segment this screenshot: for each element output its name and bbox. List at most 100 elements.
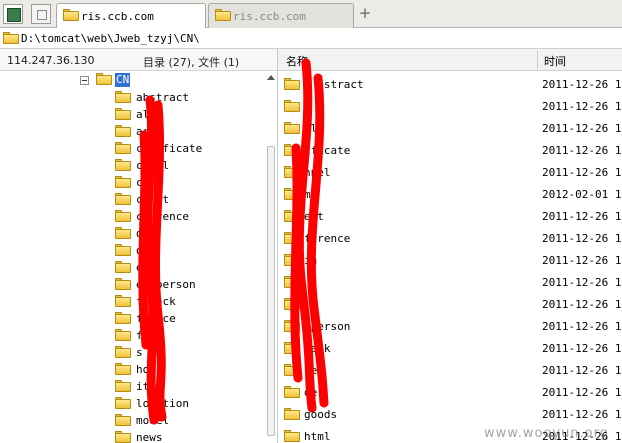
blank-page-icon[interactable] <box>31 4 51 24</box>
collapse-icon[interactable] <box>80 76 89 85</box>
scroll-up-icon[interactable] <box>267 75 275 80</box>
file-time: 2011-12-26 16 <box>542 386 622 399</box>
file-time: 2011-12-26 16 <box>542 166 622 179</box>
file-name: s bstract <box>304 78 364 91</box>
file-time: 2011-12-26 16 <box>542 276 622 289</box>
folder-icon <box>115 91 131 103</box>
folder-icon <box>115 244 131 256</box>
folder-icon <box>284 430 300 442</box>
file-name: ent <box>304 210 324 223</box>
folder-icon <box>115 431 131 443</box>
file-row[interactable]: ificate 2011-12-26 16 <box>278 138 622 160</box>
folder-icon <box>3 32 19 44</box>
file-row[interactable]: der 2011-12-26 16 <box>278 380 622 402</box>
tree-item-label: co n <box>136 176 163 189</box>
file-name: yperson <box>304 320 351 333</box>
column-name-header[interactable]: 名称 <box>286 53 308 69</box>
tab-label: ris.ccb.com <box>233 10 306 23</box>
folder-icon <box>215 9 231 21</box>
plus-icon[interactable]: + <box>358 5 372 21</box>
file-row[interactable]: 2011-12-26 16 <box>278 292 622 314</box>
file-row[interactable]: nnel 2011-12-26 16 <box>278 160 622 182</box>
tree-item-label: ar <box>136 125 150 138</box>
folder-icon <box>115 159 131 171</box>
tree-item-label: abstract <box>136 91 189 104</box>
file-time: 2011-12-26 16 <box>542 210 622 223</box>
folder-icon <box>115 142 131 154</box>
tree-item-label: co rence <box>136 210 189 223</box>
file-list: s bstract 2011-12-26 16 t 2011-12-26 16 cl… <box>278 72 622 443</box>
file-name: in <box>304 254 318 267</box>
tree-item-label: d n <box>136 227 156 240</box>
tree-item-label: ce ificate <box>136 142 203 155</box>
folder-icon <box>284 364 300 376</box>
watermark: www.wooyun.org <box>484 426 610 441</box>
tab-active[interactable]: ris.ccb.com <box>56 3 206 29</box>
folder-open-icon <box>96 73 112 85</box>
folder-icon <box>115 346 131 358</box>
folder-icon <box>284 254 300 266</box>
folder-icon <box>284 320 300 332</box>
file-time: 2011-12-26 16 <box>542 342 622 355</box>
folder-icon <box>284 166 300 178</box>
file-row[interactable]: 2011-12-26 16 <box>278 270 622 292</box>
file-name: ificate <box>304 144 351 157</box>
address-path[interactable]: D:\tomcat\web\Jweb_tzyj\CN\ <box>21 32 200 45</box>
tree-item-label: f back <box>136 295 176 308</box>
file-time: 2011-12-26 16 <box>542 298 622 311</box>
folder-icon <box>115 312 131 324</box>
file-row[interactable]: ent 2011-12-26 16 <box>278 204 622 226</box>
file-name: ce <box>304 364 318 377</box>
file-name: t <box>304 100 311 113</box>
file-row[interactable]: goods 2011-12-26 16 <box>278 402 622 424</box>
file-row[interactable]: yperson 2011-12-26 16 <box>278 314 622 336</box>
file-time: 2011-12-26 16 <box>542 100 622 113</box>
tree-item-label: f er <box>136 329 163 342</box>
file-time: 2011-12-26 16 <box>542 364 622 377</box>
folder-icon <box>284 78 300 90</box>
server-ip: 114.247.36.130 <box>7 54 95 67</box>
tree-item-label: s <box>136 346 143 359</box>
file-name: nnel <box>304 166 331 179</box>
column-time-header[interactable]: 时间 <box>544 53 566 69</box>
folder-icon <box>115 329 131 341</box>
file-time: 2011-12-26 16 <box>542 254 622 267</box>
file-row[interactable]: ce 2011-12-26 16 <box>278 358 622 380</box>
tree-scrollbar[interactable] <box>265 71 277 443</box>
file-row[interactable]: s bstract 2011-12-26 16 <box>278 72 622 94</box>
tree-item-label: al <box>136 108 150 121</box>
scroll-thumb[interactable] <box>267 146 275 436</box>
file-time: 2011-12-26 16 <box>542 232 622 245</box>
folder-icon <box>115 363 131 375</box>
window-icon[interactable] <box>3 4 23 24</box>
file-row[interactable]: t 2011-12-26 16 <box>278 94 622 116</box>
column-divider[interactable] <box>537 51 538 69</box>
file-name: mn <box>304 188 318 201</box>
column-header: 名称 时间 <box>278 49 622 71</box>
file-time: 2012-02-01 11 <box>542 188 622 201</box>
file-row[interactable]: back 2011-12-26 16 <box>278 336 622 358</box>
folder-icon <box>115 414 131 426</box>
file-name: der <box>304 386 324 399</box>
tab-inactive[interactable]: ris.ccb.com <box>208 3 354 28</box>
folder-icon <box>115 125 131 137</box>
folder-icon <box>284 232 300 244</box>
file-name: goods <box>304 408 338 421</box>
file-row[interactable]: in 2011-12-26 16 <box>278 248 622 270</box>
file-row[interactable]: cle 2011-12-26 16 <box>278 116 622 138</box>
folder-icon <box>115 210 131 222</box>
folder-icon <box>115 227 131 239</box>
folder-icon <box>115 261 131 273</box>
tab-label: ris.ccb.com <box>81 10 154 23</box>
folder-icon <box>63 9 79 21</box>
tree-item-label: it <box>136 380 150 393</box>
folder-icon <box>115 193 131 205</box>
address-bar[interactable]: D:\tomcat\web\Jweb_tzyj\CN\ <box>0 28 622 49</box>
file-row[interactable]: ference 2011-12-26 16 <box>278 226 622 248</box>
tree-item-label: news <box>136 431 163 443</box>
file-time: 2011-12-26 16 <box>542 78 622 91</box>
tab-bar: ris.ccb.com ris.ccb.com + <box>0 0 622 29</box>
folder-icon <box>284 276 300 288</box>
file-row[interactable]: mn 2012-02-01 11 <box>278 182 622 204</box>
item-count: 目录 (27), 文件 (1) <box>143 56 240 69</box>
